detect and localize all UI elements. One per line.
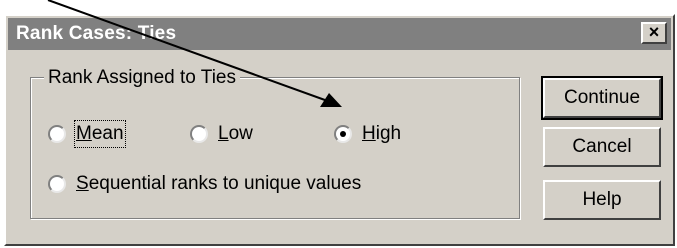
arrow-line (47, 0, 337, 105)
screenshot-stage: Rank Cases: Ties × Rank Assigned to Ties… (0, 0, 677, 248)
annotation-arrow (47, 0, 342, 107)
